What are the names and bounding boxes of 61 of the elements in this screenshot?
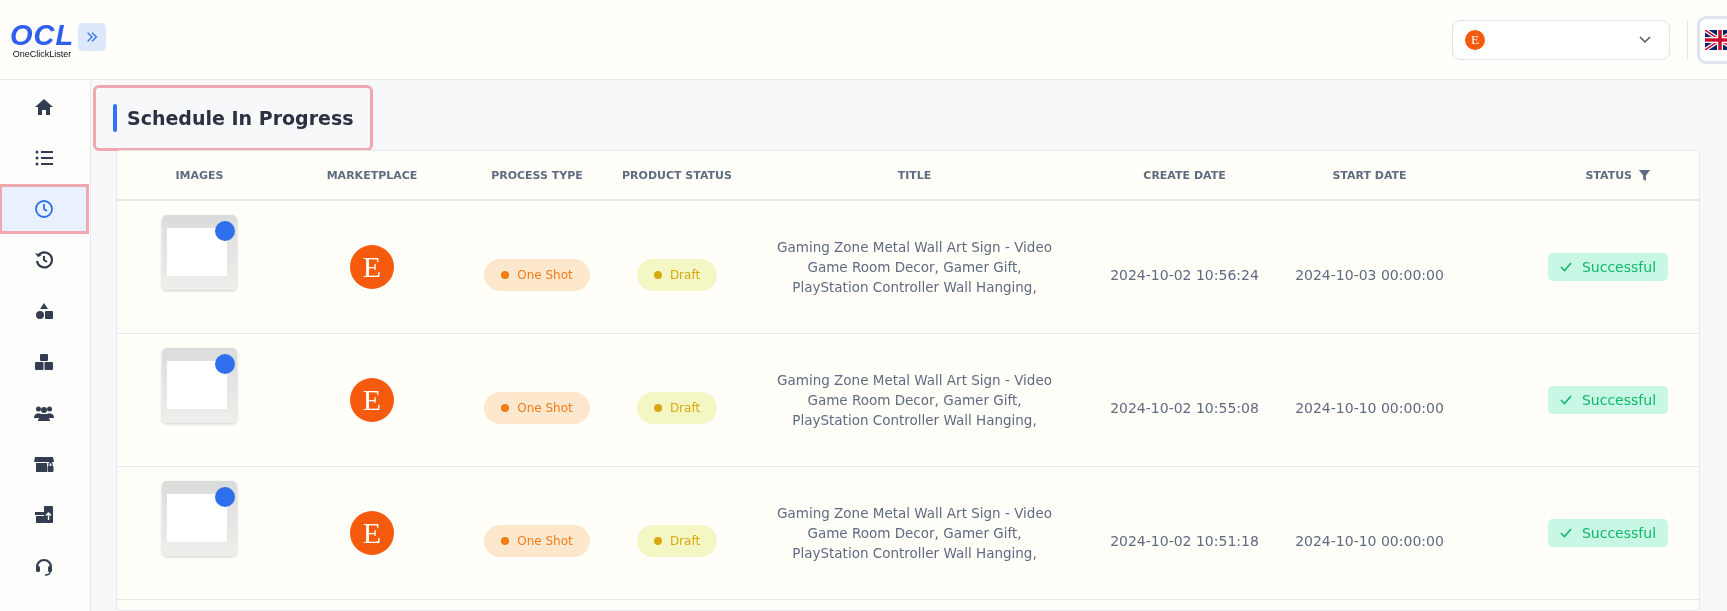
product-thumbnail[interactable] <box>162 347 237 423</box>
column-header: START DATE <box>1332 168 1407 182</box>
photo-placeholder <box>167 227 227 276</box>
count-badge <box>215 220 235 241</box>
product-status-tag: Draft <box>636 259 718 291</box>
photo-placeholder <box>167 360 227 409</box>
logo-caption: OneClickLister <box>12 48 72 59</box>
double-chevron-icon <box>85 29 100 44</box>
column-header: STATUS <box>1585 168 1632 182</box>
checkmark-icon <box>1559 262 1572 272</box>
column-header: TITLE <box>897 168 932 182</box>
product-title: Gaming Zone Metal Wall Art Sign - Video Game Room Decor, Gamer Gift, PlayStation Controller Wall Hanging, <box>776 504 1053 563</box>
create-date: 2024-10-02 10:56:24 <box>1110 267 1259 283</box>
process-type-tag: One Shot <box>484 259 590 291</box>
store-lock-icon <box>34 454 54 474</box>
expand-sidebar-button[interactable] <box>78 22 107 51</box>
etsy-logo: E <box>1465 29 1485 50</box>
column-header: IMAGES <box>175 168 224 182</box>
product-status-tag: Draft <box>636 392 718 424</box>
history-icon <box>34 250 54 270</box>
logo-text: OCL <box>10 20 75 49</box>
checkmark-icon <box>1559 528 1572 538</box>
etsy-logo: E <box>350 378 394 422</box>
column-header: PRODUCT STATUS <box>622 168 732 182</box>
etsy-logo: E <box>350 511 394 555</box>
process-type-tag: One Shot <box>484 392 590 424</box>
status-tag: Successful <box>1547 519 1668 547</box>
status-tag: Successful <box>1547 386 1668 414</box>
checkmark-icon <box>1559 395 1572 405</box>
home-icon <box>34 97 54 117</box>
etsy-logo: E <box>350 245 394 289</box>
boxes-icon <box>34 352 54 372</box>
create-date: 2024-10-02 10:55:08 <box>1110 400 1259 416</box>
product-thumbnail[interactable] <box>162 480 237 556</box>
count-badge <box>215 486 235 507</box>
process-type-tag: One Shot <box>484 525 590 557</box>
chevron-down-icon <box>1639 35 1651 44</box>
clock-icon <box>34 199 54 219</box>
product-title: Gaming Zone Metal Wall Art Sign - Video Game Room Decor, Gamer Gift, PlayStation Controller Wall Hanging, <box>776 371 1053 430</box>
count-badge <box>215 353 235 374</box>
product-status-tag: Draft <box>636 525 718 557</box>
column-header: CREATE DATE <box>1143 168 1226 182</box>
filter-icon <box>1638 168 1651 182</box>
title-accent-bar <box>113 104 117 132</box>
column-header: PROCESS TYPE <box>491 168 583 182</box>
marketplace-select[interactable]: E <box>1452 19 1670 60</box>
start-date: 2024-10-10 00:00:00 <box>1295 533 1444 549</box>
page-title: Schedule In Progress <box>127 107 354 129</box>
uk-flag-icon <box>1705 29 1727 50</box>
shapes-icon <box>34 301 54 321</box>
product-thumbnail[interactable] <box>162 214 237 290</box>
status-tag: Successful <box>1547 253 1668 281</box>
list-icon <box>34 148 54 168</box>
start-date: 2024-10-03 00:00:00 <box>1295 267 1444 283</box>
photo-placeholder <box>167 493 227 542</box>
product-title: Gaming Zone Metal Wall Art Sign - Video Game Room Decor, Gamer Gift, PlayStation Controller Wall Hanging, <box>776 238 1053 297</box>
box-upload-icon <box>34 505 54 525</box>
create-date: 2024-10-02 10:51:18 <box>1110 533 1259 549</box>
column-header: MARKETPLACE <box>326 168 418 182</box>
headset-icon <box>34 556 54 576</box>
start-date: 2024-10-10 00:00:00 <box>1295 400 1444 416</box>
